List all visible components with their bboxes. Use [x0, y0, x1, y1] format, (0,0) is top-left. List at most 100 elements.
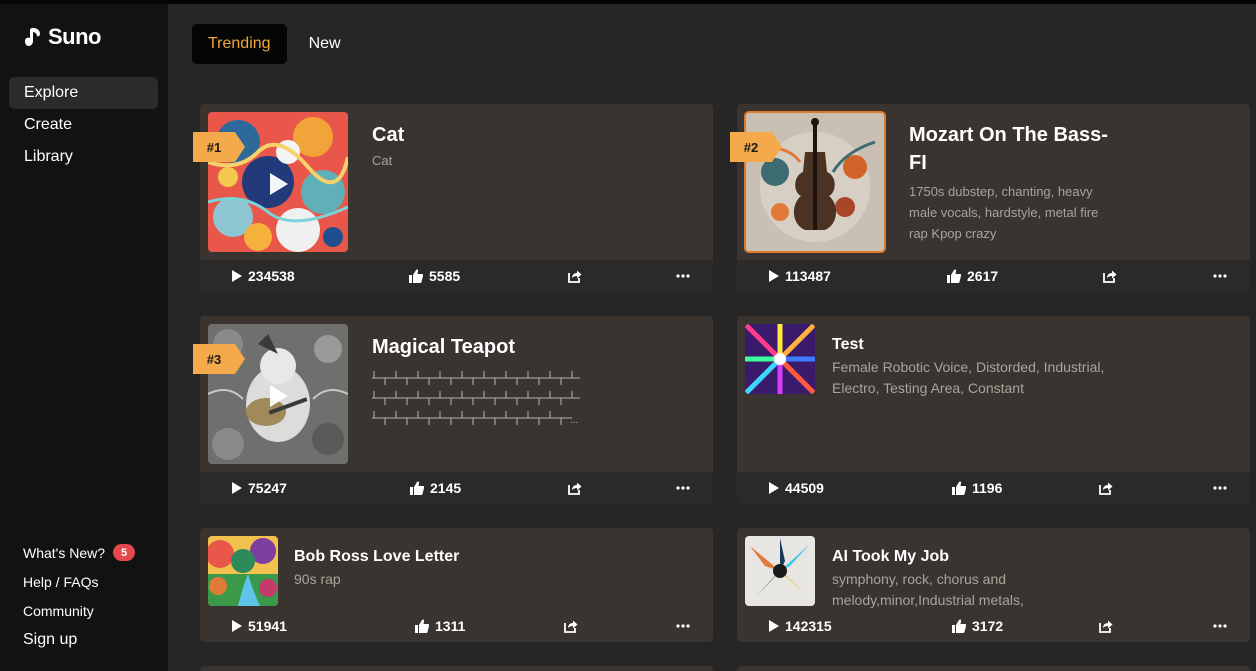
- song-stats-bar: 51941 1311: [200, 610, 713, 642]
- more-icon: [676, 274, 690, 278]
- song-title[interactable]: Magical Teapot: [372, 333, 515, 361]
- song-description-line-2: Electro, Testing Area, Constant: [832, 380, 1024, 396]
- play-count-value: 51941: [248, 618, 287, 634]
- sidebar-item-explore[interactable]: Explore: [9, 77, 158, 109]
- song-description-line-2: melody,minor,Industrial metals,: [832, 592, 1024, 608]
- play-count-value: 234538: [248, 268, 295, 284]
- like-count[interactable]: 2617: [947, 260, 998, 292]
- song-card[interactable]: #2 Mozart On The Bass- FI 1750s dubstep,…: [730, 104, 1250, 292]
- song-stats-bar: 234538 5585: [200, 260, 713, 292]
- share-button[interactable]: [1099, 610, 1113, 642]
- play-icon: [769, 270, 779, 282]
- share-icon: [1099, 482, 1113, 495]
- song-description: 90s rap: [294, 571, 341, 587]
- sidebar-nav: Explore Create Library: [9, 77, 158, 173]
- play-count[interactable]: 142315: [769, 610, 832, 642]
- community-link[interactable]: Community: [23, 596, 135, 625]
- play-count-value: 113487: [785, 268, 831, 284]
- rank-badge: #3: [193, 344, 245, 374]
- song-title[interactable]: Mozart On The Bass- FI: [909, 121, 1108, 177]
- play-count[interactable]: 234538: [232, 260, 295, 292]
- share-icon: [568, 270, 582, 283]
- sidebar-item-library[interactable]: Library: [9, 141, 158, 173]
- share-button[interactable]: [1103, 260, 1117, 292]
- song-cover-ai-took-my-job[interactable]: [745, 536, 815, 606]
- tab-trending[interactable]: Trending: [192, 24, 287, 64]
- song-card[interactable]: Test Female Robotic Voice, Distorded, In…: [737, 316, 1250, 504]
- song-title-line-2: FI: [909, 152, 927, 174]
- song-title[interactable]: Cat: [372, 121, 404, 149]
- tab-new[interactable]: New: [293, 24, 357, 64]
- like-count[interactable]: 3172: [952, 610, 1003, 642]
- song-title[interactable]: Bob Ross Love Letter: [294, 546, 459, 568]
- feed-tabs: Trending New: [192, 24, 357, 64]
- more-icon: [1213, 486, 1227, 490]
- play-overlay-icon[interactable]: [270, 173, 288, 195]
- play-count[interactable]: 75247: [232, 472, 287, 504]
- share-button[interactable]: [1099, 472, 1113, 504]
- thumbs-up-icon: [952, 619, 966, 633]
- sidebar-footer: What's New? 5 Help / FAQs Community Sign…: [23, 538, 136, 655]
- splash-artwork-image: [745, 536, 815, 606]
- song-title[interactable]: Test: [832, 334, 864, 356]
- like-count-value: 3172: [972, 618, 1004, 634]
- song-card-partial[interactable]: [737, 666, 1250, 671]
- whats-new-label: What's New?: [23, 544, 106, 561]
- more-button[interactable]: [1213, 610, 1227, 642]
- play-count[interactable]: 51941: [232, 610, 287, 642]
- song-card-partial[interactable]: [200, 666, 713, 671]
- suno-logo-icon: [25, 28, 40, 46]
- play-count[interactable]: 113487: [769, 260, 831, 292]
- song-description: Cat: [372, 153, 393, 168]
- more-icon: [676, 486, 690, 490]
- share-button[interactable]: [568, 260, 582, 292]
- song-stats-bar: 142315 3172: [737, 610, 1250, 642]
- song-card[interactable]: AI Took My Job symphony, rock, chorus an…: [737, 528, 1250, 642]
- song-description-line-3: rap Kpop crazy: [909, 226, 997, 241]
- like-count-value: 1196: [972, 480, 1003, 496]
- song-card[interactable]: Bob Ross Love Letter 90s rap 51941 1311: [200, 528, 713, 642]
- more-button[interactable]: [676, 472, 690, 504]
- like-count[interactable]: 1196: [952, 472, 1002, 504]
- song-cover-test[interactable]: [745, 324, 815, 394]
- play-icon: [232, 482, 242, 494]
- more-button[interactable]: [676, 260, 690, 292]
- play-count[interactable]: 44509: [769, 472, 824, 504]
- song-card[interactable]: #1 Cat Cat 234538 5585: [193, 104, 713, 292]
- more-button[interactable]: [1213, 472, 1227, 504]
- like-count[interactable]: 1311: [415, 610, 465, 642]
- play-icon: [232, 620, 242, 632]
- whats-new-link[interactable]: What's New? 5: [23, 538, 136, 567]
- unrendered-description-glyphs: ...: [372, 371, 580, 426]
- song-stats-bar: 113487 2617: [737, 260, 1250, 292]
- more-button[interactable]: [1213, 260, 1227, 292]
- song-description-line-2: male vocals, hardstyle, metal fire: [909, 205, 1099, 220]
- landscape-artwork-image: [208, 536, 278, 606]
- suno-logo[interactable]: Suno: [22, 24, 102, 50]
- song-cover-bob-ross[interactable]: [208, 536, 278, 606]
- like-count[interactable]: 2145: [410, 472, 461, 504]
- more-button[interactable]: [676, 610, 690, 642]
- thumbs-up-icon: [415, 619, 429, 633]
- more-icon: [1213, 624, 1227, 628]
- share-icon: [1099, 620, 1113, 633]
- thumbs-up-icon: [947, 269, 961, 283]
- song-title[interactable]: AI Took My Job: [832, 546, 949, 568]
- more-icon: [1213, 274, 1227, 278]
- share-button[interactable]: [568, 472, 582, 504]
- sidebar: Suno Explore Create Library What's New? …: [0, 4, 168, 671]
- more-icon: [676, 624, 690, 628]
- song-card[interactable]: #3 Magical Teapot ... 75247 2145: [193, 316, 713, 504]
- thumbs-up-icon: [410, 481, 424, 495]
- like-count-value: 2145: [430, 480, 462, 496]
- like-count-value: 2617: [967, 268, 999, 284]
- like-count[interactable]: 5585: [409, 260, 460, 292]
- thumbs-up-icon: [952, 481, 966, 495]
- share-button[interactable]: [564, 610, 578, 642]
- help-faqs-link[interactable]: Help / FAQs: [23, 567, 135, 596]
- play-overlay-icon[interactable]: [270, 385, 288, 407]
- sign-up-link[interactable]: Sign up: [23, 625, 135, 655]
- song-stats-bar: 44509 1196: [737, 472, 1250, 504]
- song-description-line-1: 1750s dubstep, chanting, heavy: [909, 184, 1093, 199]
- sidebar-item-create[interactable]: Create: [9, 109, 158, 141]
